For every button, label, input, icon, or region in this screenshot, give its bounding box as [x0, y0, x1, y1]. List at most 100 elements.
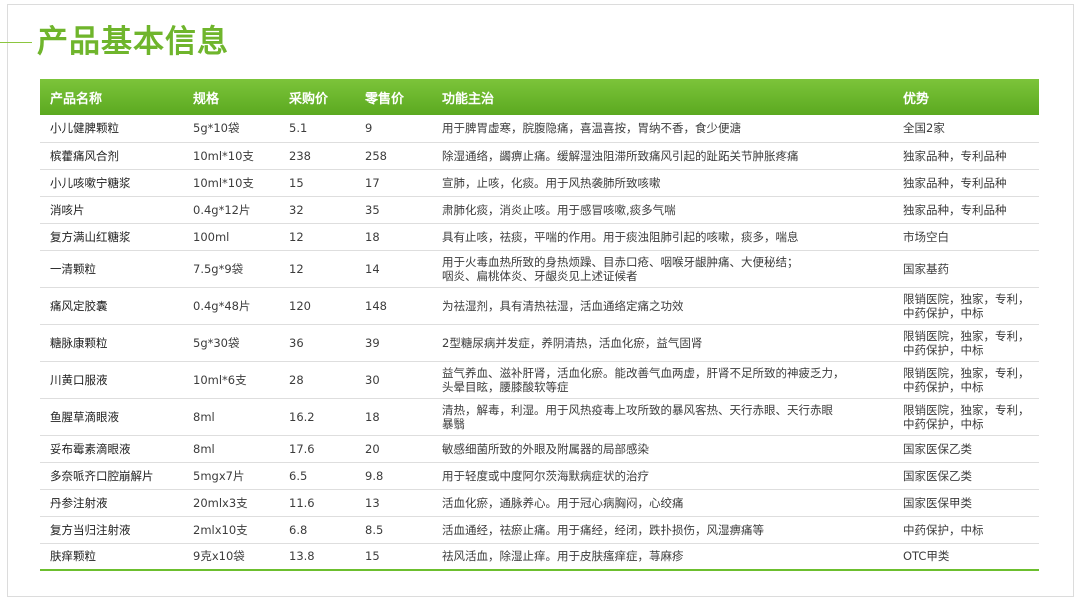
product-name-cell: 槟藿痛风合剂 — [40, 142, 183, 170]
advantage-cell: 全国2家 — [893, 115, 1039, 143]
purchase-price-cell: 16.2 — [279, 398, 355, 436]
advantage-cell: 市场空白 — [893, 223, 1039, 251]
spec-cell: 10ml*10支 — [183, 142, 279, 170]
retail-price-cell: 8.5 — [355, 516, 432, 544]
retail-price-cell: 15 — [355, 543, 432, 571]
page-title: 产品基本信息 — [37, 24, 229, 60]
retail-price-cell: 13 — [355, 489, 432, 517]
spec-cell: 5g*10袋 — [183, 115, 279, 143]
retail-price-cell: 148 — [355, 287, 432, 325]
table-row: 鱼腥草滴眼液 8ml 16.2 18 清热，解毒，利湿。用于风热疫毒上攻所致的暴风客热、… — [40, 398, 1039, 436]
header-advantage: 优势 — [893, 79, 1039, 115]
purchase-price-cell: 6.8 — [279, 516, 355, 544]
retail-price-cell: 30 — [355, 361, 432, 399]
retail-price-cell: 18 — [355, 223, 432, 251]
product-name-cell: 小儿咳嗽宁糖浆 — [40, 169, 183, 197]
product-name-cell: 消咳片 — [40, 196, 183, 224]
table-row: 小儿健脾颗粒 5g*10袋 5.1 9 用于脾胃虚寒，脘腹隐痛，喜温喜按，胃纳不香，食少… — [40, 115, 1039, 143]
table-row: 一清颗粒 7.5g*9袋 12 14 用于火毒血热所致的身热烦躁、目赤口疮、咽喉牙龈肿痛… — [40, 250, 1039, 288]
purchase-price-cell: 238 — [279, 142, 355, 170]
product-name-cell: 妥布霉素滴眼液 — [40, 435, 183, 463]
table-row: 小儿咳嗽宁糖浆 10ml*10支 15 17 宣肺，止咳，化痰。用于风热袭肺所致咳嗽 独家… — [40, 169, 1039, 197]
header-spec: 规格 — [183, 79, 279, 115]
indications-cell: 2型糖尿病并发症，养阴清热，活血化瘀，益气固肾 — [432, 324, 893, 362]
purchase-price-cell: 120 — [279, 287, 355, 325]
retail-price-cell: 18 — [355, 398, 432, 436]
table-row: 川黄口服液 10ml*6支 28 30 益气养血、滋补肝肾，活血化瘀。能改善气血两虚，肝… — [40, 361, 1039, 399]
advantage-cell: 限销医院，独家，专利， 中药保护，中标 — [893, 398, 1039, 436]
advantage-cell: 国家基药 — [893, 250, 1039, 288]
purchase-price-cell: 28 — [279, 361, 355, 399]
table-row: 复方当归注射液 2mlx10支 6.8 8.5 活血通经，祛瘀止痛。用于痛经，经闭，跌扑… — [40, 516, 1039, 544]
table-row: 多奈哌齐口腔崩解片 5mgx7片 6.5 9.8 用于轻度或中度阿尔茨海默病症状的治疗国… — [40, 462, 1039, 490]
advantage-cell: 限销医院，独家，专利， 中药保护，中标 — [893, 324, 1039, 362]
indications-cell: 肃肺化痰，消炎止咳。用于感冒咳嗽,痰多气喘 — [432, 196, 893, 224]
indications-cell: 益气养血、滋补肝肾，活血化瘀。能改善气血两虚，肝肾不足所致的神疲乏力， 头晕目眩，… — [432, 361, 893, 399]
indications-cell: 宣肺，止咳，化痰。用于风热袭肺所致咳嗽 — [432, 169, 893, 197]
indications-cell: 活血化瘀，通脉养心。用于冠心病胸闷，心绞痛 — [432, 489, 893, 517]
title-accent-line — [0, 42, 32, 43]
advantage-cell: 独家品种，专利品种 — [893, 169, 1039, 197]
product-name-cell: 鱼腥草滴眼液 — [40, 398, 183, 436]
table-row: 槟藿痛风合剂 10ml*10支 238 258 除湿通络，蠲痹止痛。缓解湿浊阻滞所致痛风… — [40, 142, 1039, 170]
table-body: 小儿健脾颗粒 5g*10袋 5.1 9 用于脾胃虚寒，脘腹隐痛，喜温喜按，胃纳不香，食少… — [40, 115, 1039, 571]
indications-cell: 清热，解毒，利湿。用于风热疫毒上攻所致的暴风客热、天行赤眼、天行赤眼 暴翳 — [432, 398, 893, 436]
advantage-cell: 国家医保乙类 — [893, 462, 1039, 490]
retail-price-cell: 17 — [355, 169, 432, 197]
purchase-price-cell: 36 — [279, 324, 355, 362]
indications-cell: 用于轻度或中度阿尔茨海默病症状的治疗 — [432, 462, 893, 490]
advantage-cell: 独家品种，专利品种 — [893, 196, 1039, 224]
table-row: 肤痒颗粒 9克x10袋 13.8 15 祛风活血，除湿止痒。用于皮肤瘙痒症，荨麻疹 OTC… — [40, 543, 1039, 571]
product-name-cell: 肤痒颗粒 — [40, 543, 183, 571]
table-row: 糖脉康颗粒 5g*30袋 36 39 2型糖尿病并发症，养阴清热，活血化瘀，益气固肾 限销… — [40, 324, 1039, 362]
spec-cell: 2mlx10支 — [183, 516, 279, 544]
advantage-cell: OTC甲类 — [893, 543, 1039, 571]
spec-cell: 8ml — [183, 435, 279, 463]
header-retail-price: 零售价 — [355, 79, 432, 115]
product-table: 产品名称 规格 采购价 零售价 功能主治 优势 小儿健脾颗粒 5g*10袋 5.1 9… — [40, 79, 1039, 571]
table-row: 痛风定胶囊 0.4g*48片 120 148 为祛湿剂，具有清热祛湿，活血通络定痛之功效… — [40, 287, 1039, 325]
header-indications: 功能主治 — [432, 79, 893, 115]
retail-price-cell: 20 — [355, 435, 432, 463]
spec-cell: 10ml*6支 — [183, 361, 279, 399]
table-row: 妥布霉素滴眼液 8ml 17.6 20 敏感细菌所致的外眼及附属器的局部感染 国家医保乙类 — [40, 435, 1039, 463]
indications-cell: 用于脾胃虚寒，脘腹隐痛，喜温喜按，胃纳不香，食少便溏 — [432, 115, 893, 143]
indications-cell: 活血通经，祛瘀止痛。用于痛经，经闭，跌扑损伤，风湿痹痛等 — [432, 516, 893, 544]
purchase-price-cell: 5.1 — [279, 115, 355, 143]
indications-cell: 用于火毒血热所致的身热烦躁、目赤口疮、咽喉牙龈肿痛、大便秘结； 咽炎、扁桃体炎、牙… — [432, 250, 893, 288]
product-name-cell: 川黄口服液 — [40, 361, 183, 399]
advantage-cell: 国家医保乙类 — [893, 435, 1039, 463]
advantage-cell: 限销医院，独家，专利， 中药保护，中标 — [893, 361, 1039, 399]
purchase-price-cell: 12 — [279, 223, 355, 251]
header-product-name: 产品名称 — [40, 79, 183, 115]
retail-price-cell: 35 — [355, 196, 432, 224]
table-row: 丹参注射液 20mlx3支 11.6 13 活血化瘀，通脉养心。用于冠心病胸闷，心绞痛国… — [40, 489, 1039, 517]
product-name-cell: 丹参注射液 — [40, 489, 183, 517]
advantage-cell: 中药保护，中标 — [893, 516, 1039, 544]
purchase-price-cell: 12 — [279, 250, 355, 288]
indications-cell: 除湿通络，蠲痹止痛。缓解湿浊阻滞所致痛风引起的趾跖关节肿胀疼痛 — [432, 142, 893, 170]
spec-cell: 0.4g*48片 — [183, 287, 279, 325]
indications-cell: 祛风活血，除湿止痒。用于皮肤瘙痒症，荨麻疹 — [432, 543, 893, 571]
advantage-cell: 限销医院，独家，专利， 中药保护，中标 — [893, 287, 1039, 325]
table-header-row: 产品名称 规格 采购价 零售价 功能主治 优势 — [40, 79, 1039, 115]
purchase-price-cell: 15 — [279, 169, 355, 197]
purchase-price-cell: 6.5 — [279, 462, 355, 490]
product-name-cell: 糖脉康颗粒 — [40, 324, 183, 362]
table-row: 消咳片 0.4g*12片 32 35 肃肺化痰，消炎止咳。用于感冒咳嗽,痰多气喘 独家品… — [40, 196, 1039, 224]
indications-cell: 敏感细菌所致的外眼及附属器的局部感染 — [432, 435, 893, 463]
spec-cell: 100ml — [183, 223, 279, 251]
retail-price-cell: 9 — [355, 115, 432, 143]
spec-cell: 9克x10袋 — [183, 543, 279, 571]
purchase-price-cell: 32 — [279, 196, 355, 224]
product-name-cell: 复方满山红糖浆 — [40, 223, 183, 251]
spec-cell: 20mlx3支 — [183, 489, 279, 517]
spec-cell: 5g*30袋 — [183, 324, 279, 362]
product-name-cell: 多奈哌齐口腔崩解片 — [40, 462, 183, 490]
purchase-price-cell: 17.6 — [279, 435, 355, 463]
spec-cell: 10ml*10支 — [183, 169, 279, 197]
retail-price-cell: 9.8 — [355, 462, 432, 490]
product-name-cell: 痛风定胶囊 — [40, 287, 183, 325]
product-name-cell: 一清颗粒 — [40, 250, 183, 288]
spec-cell: 5mgx7片 — [183, 462, 279, 490]
